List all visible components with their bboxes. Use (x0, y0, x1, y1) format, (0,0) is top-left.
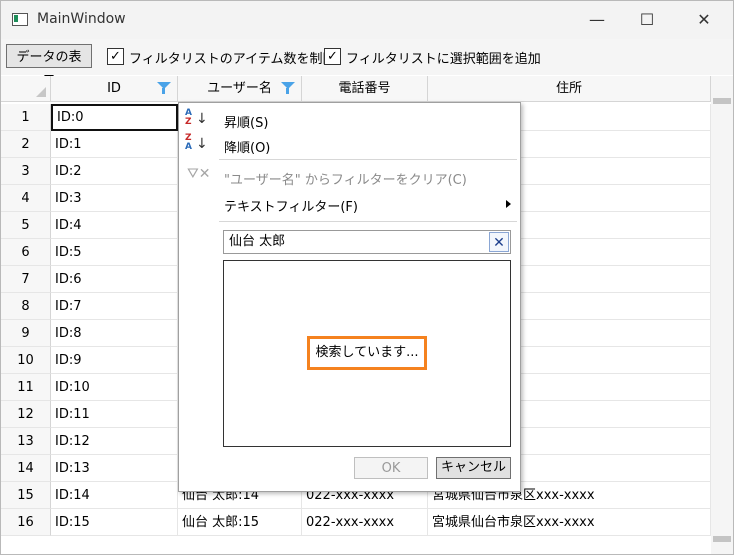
table-cell-address[interactable]: 宮城県仙台市泉区xxx-xxxx (428, 509, 711, 536)
column-header-label: ユーザー名 (207, 81, 272, 96)
close-button[interactable]: ✕ (679, 1, 729, 39)
limit-items-label: フィルタリストのアイテム数を制限 (129, 52, 336, 67)
sort-descending-icon: Z A ↓ (185, 133, 208, 153)
table-cell-id[interactable]: ID:3 (51, 185, 178, 212)
row-header[interactable]: 7 (1, 266, 51, 293)
toolbar: データの表示 ✓ フィルタリストのアイテム数を制限 ✓ フィルタリストに選択範囲… (1, 39, 733, 89)
filter-search-input[interactable]: 仙台 太郎 ✕ (223, 230, 511, 254)
clear-filter-icon: ⛛✕ (187, 166, 211, 182)
table-cell-id[interactable]: ID:9 (51, 347, 178, 374)
table-cell-id[interactable]: ID:8 (51, 320, 178, 347)
text-filter-menu-item[interactable]: テキストフィルター(F) (224, 196, 358, 215)
row-header[interactable]: 3 (1, 158, 51, 185)
window-title: MainWindow (37, 11, 126, 27)
clear-search-button[interactable]: ✕ (489, 232, 509, 252)
select-all-corner[interactable] (1, 76, 51, 102)
row-header[interactable]: 2 (1, 131, 51, 158)
funnel-icon[interactable] (157, 82, 171, 94)
table-cell-id[interactable]: ID:0 (51, 104, 178, 131)
filter-search-value: 仙台 太郎 (229, 234, 286, 249)
table-cell-id[interactable]: ID:15 (51, 509, 178, 536)
ok-button[interactable]: OK (354, 457, 428, 479)
table-cell-phone[interactable]: 022-xxx-xxxx (302, 509, 428, 536)
vertical-scrollbar[interactable] (711, 76, 733, 554)
sort-ascending-menu-item[interactable]: 昇順(S) (224, 112, 268, 131)
column-header-label: ID (107, 81, 121, 96)
row-header[interactable]: 14 (1, 455, 51, 482)
column-header-address[interactable]: 住所 (428, 76, 711, 102)
scroll-down-arrow[interactable] (713, 536, 731, 542)
table-cell-id[interactable]: ID:2 (51, 158, 178, 185)
row-header[interactable]: 16 (1, 509, 51, 536)
table-cell-id[interactable]: ID:10 (51, 374, 178, 401)
table-row[interactable]: 16 ID:15 仙台 太郎:15 022-xxx-xxxx 宮城県仙台市泉区xxx-x… (1, 509, 711, 536)
column-header-username[interactable]: ユーザー名 (178, 76, 302, 102)
add-selection-label: フィルタリストに選択範囲を追加 (346, 52, 541, 67)
table-cell-id[interactable]: ID:14 (51, 482, 178, 509)
filter-popup: A Z ↓ 昇順(S) Z A ↓ 降順(O) ⛛✕ "ユーザー名" からフィルターをク… (178, 102, 521, 492)
maximize-button[interactable]: ☐ (622, 1, 672, 39)
main-window: MainWindow — ☐ ✕ データの表示 ✓ フィルタリストのアイテム数を… (0, 0, 734, 555)
table-cell-id[interactable]: ID:4 (51, 212, 178, 239)
funnel-icon[interactable] (281, 82, 295, 94)
table-cell-id[interactable]: ID:13 (51, 455, 178, 482)
row-header[interactable]: 13 (1, 428, 51, 455)
row-header[interactable]: 10 (1, 347, 51, 374)
filter-value-list[interactable]: 検索しています... (223, 260, 511, 447)
column-header-phone[interactable]: 電話番号 (302, 76, 428, 102)
clear-filter-menu-item[interactable]: "ユーザー名" からフィルターをクリア(C) (224, 169, 467, 188)
add-selection-checkbox[interactable]: ✓ (324, 48, 341, 65)
table-cell-name[interactable]: 仙台 太郎:15 (178, 509, 302, 536)
submenu-arrow-icon (506, 200, 511, 208)
app-window-icon (12, 13, 28, 26)
row-header[interactable]: 15 (1, 482, 51, 509)
cancel-button[interactable]: キャンセル (436, 457, 511, 479)
table-cell-id[interactable]: ID:1 (51, 131, 178, 158)
row-header[interactable]: 5 (1, 212, 51, 239)
row-header[interactable]: 11 (1, 374, 51, 401)
sort-descending-menu-item[interactable]: 降順(O) (224, 137, 270, 156)
sort-ascending-icon: A Z ↓ (185, 108, 208, 128)
table-cell-id[interactable]: ID:11 (51, 401, 178, 428)
searching-status: 検索しています... (307, 336, 427, 370)
table-cell-id[interactable]: ID:5 (51, 239, 178, 266)
column-header-label: 住所 (555, 81, 582, 96)
show-data-button[interactable]: データの表示 (6, 44, 92, 89)
row-header[interactable]: 4 (1, 185, 51, 212)
column-header-label: 電話番号 (338, 81, 391, 96)
row-header[interactable]: 6 (1, 239, 51, 266)
row-header[interactable]: 12 (1, 401, 51, 428)
row-header[interactable]: 9 (1, 320, 51, 347)
scroll-up-arrow[interactable] (713, 98, 731, 104)
row-header[interactable]: 8 (1, 293, 51, 320)
table-cell-id[interactable]: ID:12 (51, 428, 178, 455)
row-header[interactable]: 1 (1, 104, 51, 131)
minimize-button[interactable]: — (572, 1, 622, 39)
column-header-id[interactable]: ID (51, 76, 178, 102)
menu-separator (219, 159, 517, 160)
limit-items-checkbox[interactable]: ✓ (107, 48, 124, 65)
table-cell-id[interactable]: ID:6 (51, 266, 178, 293)
title-bar: MainWindow — ☐ ✕ (1, 1, 733, 39)
menu-separator (219, 221, 517, 222)
table-cell-id[interactable]: ID:7 (51, 293, 178, 320)
